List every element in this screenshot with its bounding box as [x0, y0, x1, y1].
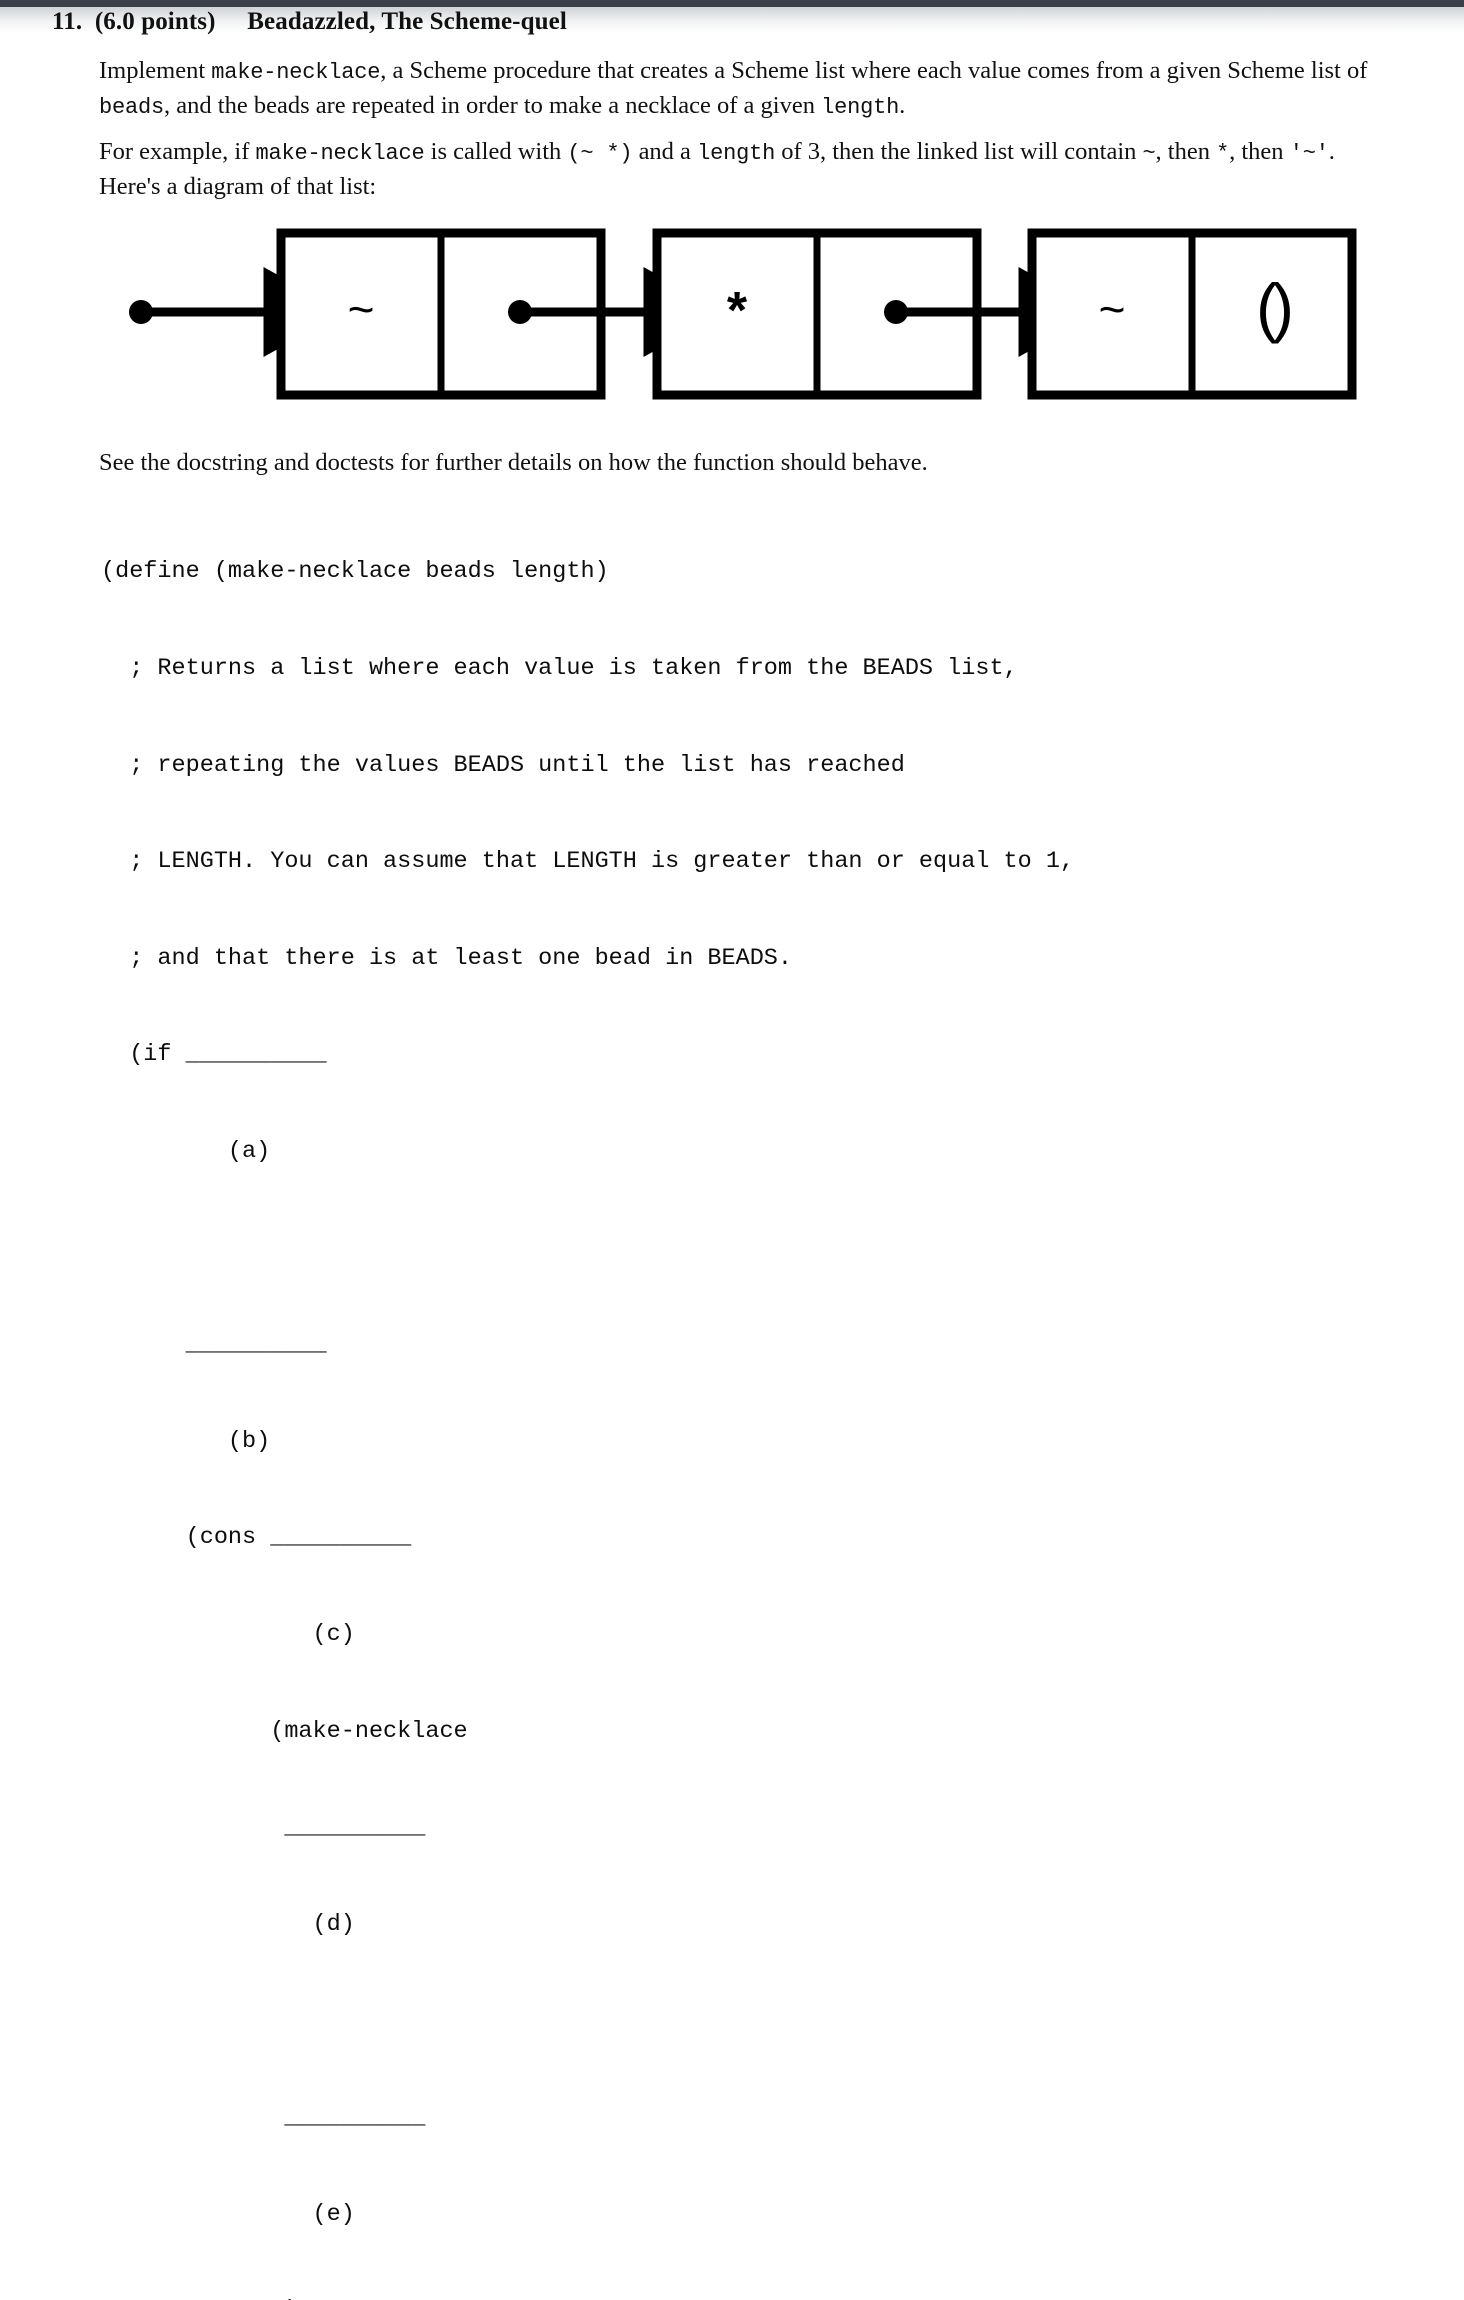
code-line: (make-necklace — [101, 1717, 468, 1745]
p2-text-c: and a — [632, 138, 698, 165]
code-line-blank-b[interactable]: __________ — [101, 1329, 1074, 1361]
p2-text-f: , then — [1229, 138, 1290, 165]
p2-text-e: , then — [1155, 138, 1217, 165]
code-line: ; LENGTH. You can assume that LENGTH is … — [101, 848, 1075, 876]
code-line-blank-e[interactable]: __________ — [101, 2102, 1074, 2134]
code-line: ; Returns a list where each value is tak… — [101, 655, 1018, 682]
page-title: 11. (6.0 points) Beadazzled, The Scheme-… — [52, 8, 567, 35]
code-line-spacer — [101, 2005, 1074, 2037]
p2-code-tilde-2: '~' — [1289, 141, 1329, 166]
code-label-a: (a) — [101, 1137, 271, 1165]
p1-code-beads: beads — [99, 95, 165, 120]
cons-cell-3-value: ~ — [1098, 287, 1126, 339]
p1-text-a: Implement — [99, 57, 212, 84]
code-line: (define (make-necklace beads length) — [101, 558, 609, 586]
example-paragraph: For example, if make-necklace is called … — [99, 135, 1399, 203]
window-top-bar — [0, 0, 1464, 7]
code-label-e: (e) — [101, 2200, 355, 2228]
intro-paragraph: Implement make-necklace, a Scheme proced… — [99, 54, 1399, 124]
code-line-blank-a[interactable]: (if __________ — [101, 1039, 1074, 1071]
p2-code-length: length — [697, 141, 776, 166]
head-pointer — [129, 267, 345, 357]
code-line-spacer — [101, 1233, 1074, 1265]
code-label-c: (c) — [101, 1620, 355, 1648]
p1-code-make-necklace: make-necklace — [211, 60, 381, 85]
cons-cell-1: ~ — [276, 228, 725, 400]
docstring-note: See the docstring and doctests for furth… — [99, 449, 928, 476]
linked-list-diagram: ~ * ~ () — [120, 220, 1360, 415]
code-label-b: (b) — [101, 1427, 271, 1455]
code-label-d: (d) — [101, 1910, 355, 1938]
p1-text-c: , and the beads are repeated in order to… — [164, 92, 822, 119]
p2-text-d: of 3, then the linked list will contain — [775, 138, 1143, 165]
cons-cell-2-value: * — [727, 282, 748, 340]
code-line: ; and that there is at least one bead in… — [101, 944, 793, 972]
p2-code-star: * — [1216, 141, 1230, 166]
p2-text-a: For example, if — [99, 138, 256, 165]
linked-list-svg: ~ * ~ () — [129, 228, 1357, 400]
cons-cell-1-value: ~ — [347, 287, 375, 339]
nil-symbol: () — [1256, 270, 1290, 344]
p1-text-b: , a Scheme procedure that creates a Sche… — [380, 57, 1368, 84]
code-line-blank-c[interactable]: (cons __________ — [101, 1522, 1074, 1554]
p2-code-make-necklace: make-necklace — [255, 141, 425, 166]
p2-text-b: is called with — [424, 138, 568, 165]
p1-text-d: . — [899, 92, 906, 119]
code-line-close: ) — [101, 2295, 1074, 2300]
code-line: ; repeating the values BEADS until the l… — [101, 751, 905, 779]
p1-code-length: length — [821, 95, 900, 120]
scheme-code-block: (define (make-necklace beads length) ; R… — [101, 492, 1074, 2300]
p2-code-beads-list: (~ *) — [567, 141, 633, 166]
cons-cell-2: * — [652, 228, 1100, 400]
p2-code-tilde-1: ~ — [1142, 141, 1156, 166]
code-line-blank-d[interactable]: __________ — [101, 1812, 1074, 1844]
cons-cell-3: ~ () — [1027, 228, 1357, 400]
